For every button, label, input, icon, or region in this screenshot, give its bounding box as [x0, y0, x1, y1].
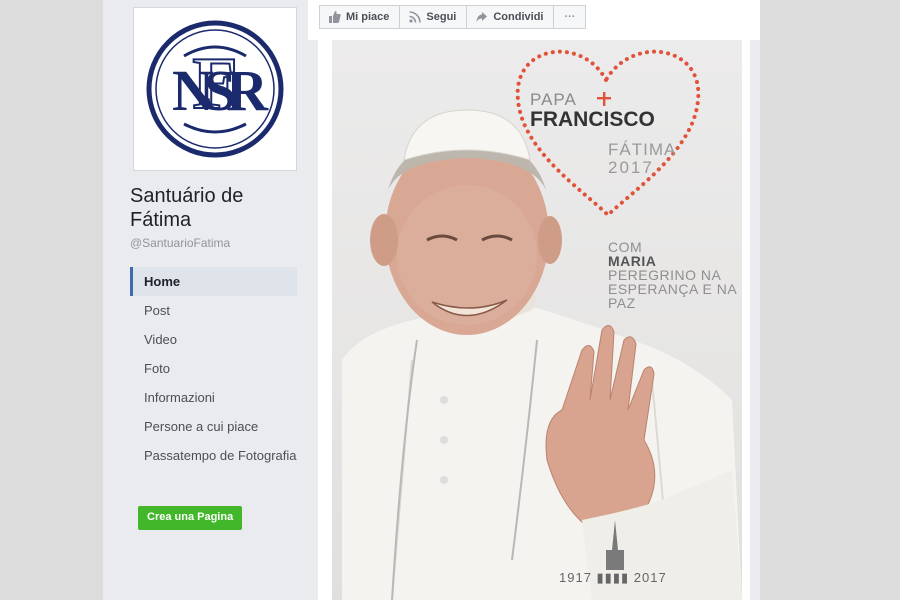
share-button[interactable]: Condividi [466, 5, 555, 29]
cover-papa-text: PAPA [530, 90, 577, 109]
background-right [760, 0, 900, 600]
cover-anniversary: 1917 ▮▮▮▮ 2017 [559, 570, 667, 585]
nav-item-passatempo[interactable]: Passatempo de Fotografia [130, 441, 297, 470]
share-arrow-icon [476, 12, 488, 22]
svg-text:F: F [192, 43, 237, 125]
cross-icon [597, 92, 611, 106]
rss-icon [409, 11, 422, 23]
create-page-button[interactable]: Crea una Pagina [138, 506, 243, 530]
left-column: NSR F Santuário de Fátima @SantuarioFati… [103, 0, 308, 600]
nav-item-foto[interactable]: Foto [130, 354, 297, 383]
more-label: ··· [564, 11, 576, 23]
action-buttons: Mi piace Segui Condividi ··· [319, 5, 587, 29]
page-navigation: Home Post Video Foto Informazioni Person… [130, 267, 297, 470]
background-left [0, 0, 103, 600]
page-title[interactable]: Santuário de Fátima [130, 184, 300, 232]
page-action-bar: Mi piace Segui Condividi ··· [308, 0, 760, 40]
motto-rest: PEREGRINO NA ESPERANÇA E NA PAZ [608, 267, 737, 311]
like-button[interactable]: Mi piace [319, 5, 401, 29]
cover-frame: PAPA FRANCISCO FÁTIMA 2017 COM MARIA PER… [318, 40, 750, 600]
nav-item-video[interactable]: Video [130, 325, 297, 354]
follow-label: Segui [426, 11, 457, 23]
profile-picture[interactable]: NSR F [133, 7, 297, 171]
follow-button[interactable]: Segui [399, 5, 468, 29]
thumbs-up-icon [329, 11, 341, 23]
cover-motto: COM MARIA PEREGRINO NA ESPERANÇA E NA PA… [608, 240, 742, 310]
more-options-button[interactable]: ··· [553, 5, 587, 29]
cover-fatima-text: FÁTIMA [608, 140, 677, 159]
cover-year-text: 2017 [608, 158, 654, 177]
share-label: Condividi [493, 11, 544, 23]
page-handle[interactable]: @SantuarioFatima [130, 236, 230, 250]
cover-photo[interactable]: PAPA FRANCISCO FÁTIMA 2017 COM MARIA PER… [332, 40, 742, 600]
nav-item-post[interactable]: Post [130, 296, 297, 325]
like-label: Mi piace [346, 11, 390, 23]
cover-francisco-text: FRANCISCO [530, 108, 655, 131]
nav-item-home[interactable]: Home [130, 267, 297, 296]
nav-item-persone[interactable]: Persone a cui piace [130, 412, 297, 441]
nav-item-informazioni[interactable]: Informazioni [130, 383, 297, 412]
sanctuary-logo-icon: NSR F [146, 20, 284, 158]
motto-maria: MARIA [608, 253, 657, 269]
motto-com: COM [608, 239, 643, 255]
